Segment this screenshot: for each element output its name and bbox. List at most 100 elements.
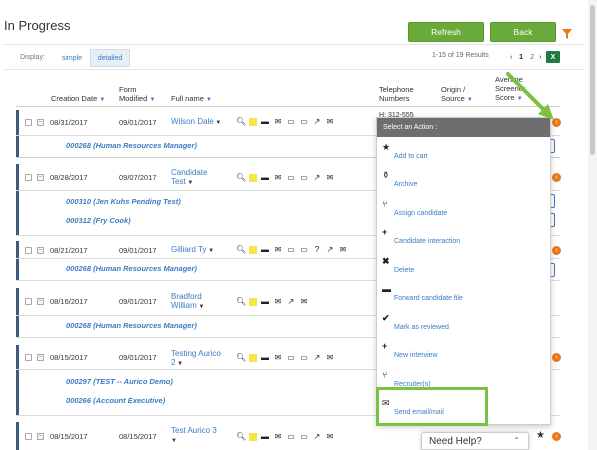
folder-phone-icon[interactable]: ▭	[299, 432, 309, 441]
folder-icon[interactable]: ▭	[286, 173, 296, 182]
action-toggle-icon[interactable]: ‹	[552, 353, 561, 362]
search-icon[interactable]: 🔍︎	[236, 117, 246, 126]
row-edge-button[interactable]	[551, 263, 555, 277]
row-checkbox[interactable]	[25, 298, 32, 305]
video-icon[interactable]: ▬	[260, 297, 270, 306]
col-creation-date[interactable]: Creation Date ▼	[51, 94, 105, 105]
folder-icon[interactable]: ▭	[286, 117, 296, 126]
prev-page-icon[interactable]: ‹	[510, 52, 513, 61]
page-link-1[interactable]: 1	[519, 52, 523, 61]
menu-item-delete[interactable]: ✖ Delete	[377, 254, 550, 282]
next-page-icon[interactable]: ›	[539, 52, 542, 61]
video-icon[interactable]: ▬	[260, 173, 270, 182]
page-link-2[interactable]: 2	[530, 52, 534, 61]
search-icon[interactable]: 🔍︎	[236, 297, 246, 306]
search-icon[interactable]: 🔍︎	[236, 432, 246, 441]
job-link[interactable]: 000297 (TEST -- Aurico Demo)	[66, 377, 173, 386]
share-icon[interactable]: ↗	[325, 245, 335, 254]
share-icon[interactable]: ↗	[312, 432, 322, 441]
candidate-name[interactable]: Test Aurico 3 ▼	[171, 426, 217, 446]
candidate-name[interactable]: Gilliard Ty ▼	[171, 245, 214, 256]
job-link[interactable]: 000310 (Jen Kuhs Pending Test)	[66, 197, 181, 206]
action-toggle-icon[interactable]: ‹	[552, 246, 561, 255]
video-icon[interactable]: ▬	[260, 117, 270, 126]
star-icon[interactable]: ★	[536, 430, 545, 441]
folder-phone-icon[interactable]: ▭	[299, 245, 309, 254]
mail-icon[interactable]: ✉︎	[325, 173, 335, 182]
row-checkbox[interactable]	[25, 174, 32, 181]
menu-item-archive[interactable]: ⚱ Archive	[377, 168, 550, 196]
folder-phone-icon[interactable]: ▭	[299, 117, 309, 126]
note-icon[interactable]	[249, 297, 257, 306]
action-toggle-icon[interactable]: ‹	[552, 432, 561, 441]
expand-icon[interactable]: –	[37, 354, 44, 361]
candidate-name[interactable]: Wilson Dale ▼	[171, 117, 221, 128]
filter-icon[interactable]	[562, 29, 572, 39]
note-icon[interactable]	[249, 117, 257, 126]
expand-icon[interactable]: –	[37, 119, 44, 126]
display-tab-simple[interactable]: simple	[56, 49, 88, 67]
folder-icon[interactable]: ▭	[286, 432, 296, 441]
video-icon[interactable]: ▬	[260, 432, 270, 441]
col-full-name[interactable]: Full name ▼	[171, 94, 212, 105]
job-link[interactable]: 000268 (Human Resources Manager)	[66, 141, 197, 150]
share-icon[interactable]: ↗	[312, 353, 322, 362]
envelope-icon[interactable]: ✉︎	[273, 353, 283, 362]
col-origin-source[interactable]: Origin / Source ▼	[441, 85, 473, 105]
candidate-name[interactable]: Testing Aurico 2 ▼	[171, 349, 221, 369]
envelope-icon[interactable]: ✉︎	[273, 245, 283, 254]
menu-item-forward-candidate-file[interactable]: ▬ Forward candidate file	[377, 282, 550, 310]
mail-icon[interactable]: ✉︎	[338, 245, 348, 254]
mail-icon[interactable]: ✉︎	[299, 297, 309, 306]
job-link[interactable]: 000312 (Fry Cook)	[66, 216, 131, 225]
share-icon[interactable]: ↗	[312, 117, 322, 126]
row-checkbox[interactable]	[25, 354, 32, 361]
expand-icon[interactable]: –	[37, 174, 44, 181]
help-icon[interactable]: ?	[312, 245, 322, 254]
row-edge-button[interactable]	[551, 213, 555, 227]
row-checkbox[interactable]	[25, 119, 32, 126]
search-icon[interactable]: 🔍︎	[236, 353, 246, 362]
envelope-icon[interactable]: ✉︎	[273, 173, 283, 182]
row-checkbox[interactable]	[25, 247, 32, 254]
mail-icon[interactable]: ✉︎	[325, 432, 335, 441]
menu-item-candidate-interaction[interactable]: + Candidate interaction	[377, 225, 550, 253]
excel-export-icon[interactable]: X	[546, 51, 560, 63]
folder-phone-icon[interactable]: ▭	[299, 353, 309, 362]
back-button[interactable]: Back	[490, 22, 556, 42]
menu-item-mark-as-reviewed[interactable]: ✔ Mark as reviewed	[377, 311, 550, 339]
share-icon[interactable]: ↗	[312, 173, 322, 182]
candidate-name[interactable]: Candidate Test ▼	[171, 168, 207, 188]
video-icon[interactable]: ▬	[260, 245, 270, 254]
mail-icon[interactable]: ✉︎	[325, 353, 335, 362]
need-help-widget[interactable]: Need Help? ⌃	[421, 432, 529, 450]
envelope-icon[interactable]: ✉︎	[273, 117, 283, 126]
mail-icon[interactable]: ✉︎	[325, 117, 335, 126]
menu-item-assign-candidate[interactable]: ⑂ Assign candidate	[377, 197, 550, 225]
row-edge-button[interactable]	[551, 194, 555, 208]
expand-icon[interactable]: –	[37, 433, 44, 440]
search-icon[interactable]: 🔍︎	[236, 245, 246, 254]
note-icon[interactable]	[249, 353, 257, 362]
display-tab-detailed[interactable]: detailed	[90, 49, 130, 67]
folder-phone-icon[interactable]: ▭	[299, 173, 309, 182]
menu-item-new-interview[interactable]: + New interview	[377, 339, 550, 367]
folder-icon[interactable]: ▭	[286, 353, 296, 362]
row-checkbox[interactable]	[25, 433, 32, 440]
expand-icon[interactable]: –	[37, 247, 44, 254]
refresh-button[interactable]: Refresh	[408, 22, 484, 42]
note-icon[interactable]	[249, 432, 257, 441]
job-link[interactable]: 000268 (Human Resources Manager)	[66, 321, 197, 330]
candidate-name[interactable]: Bradford William ▼	[171, 292, 204, 312]
envelope-icon[interactable]: ✉︎	[273, 432, 283, 441]
job-link[interactable]: 000266 (Account Executive)	[66, 396, 165, 405]
row-edge-button[interactable]	[551, 139, 555, 153]
job-link[interactable]: 000268 (Human Resources Manager)	[66, 264, 197, 273]
video-icon[interactable]: ▬	[260, 353, 270, 362]
folder-icon[interactable]: ▭	[286, 245, 296, 254]
share-icon[interactable]: ↗	[286, 297, 296, 306]
expand-icon[interactable]: –	[37, 298, 44, 305]
action-toggle-icon[interactable]: ‹	[552, 173, 561, 182]
scrollbar-thumb[interactable]	[590, 5, 595, 155]
menu-item-add-to-cart[interactable]: ★ Add to cart	[377, 140, 550, 168]
